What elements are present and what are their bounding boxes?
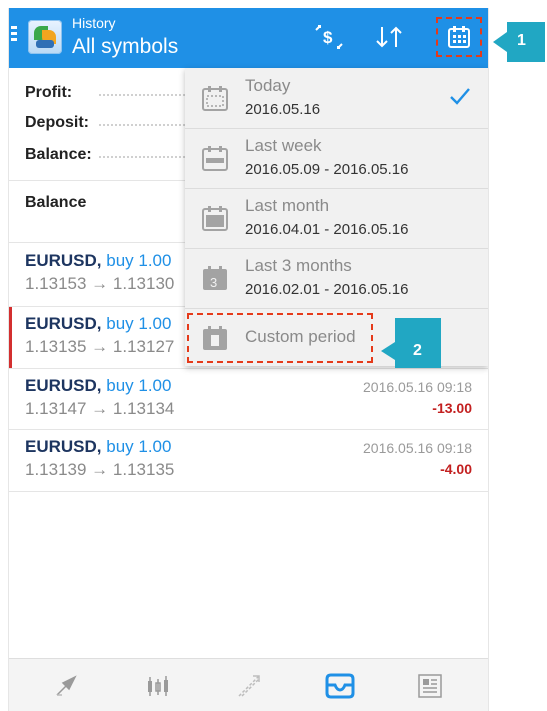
calendar-3-months-icon: 3 [203, 266, 227, 290]
menu-icon[interactable] [11, 26, 17, 42]
deal-action: buy 1.00 [106, 251, 172, 270]
header-bar: History All symbols $ [9, 8, 488, 68]
deal-prices: 1.13135 → 1.13127 [25, 337, 175, 356]
header-title: History [72, 15, 116, 31]
callout-1: 1 [493, 22, 545, 62]
period-item-custom[interactable]: Custom period [185, 308, 488, 368]
period-item-today[interactable]: Today 2016.05.16 [185, 68, 488, 129]
deal-row[interactable]: EURUSD, buy 1.00 1.13139 → 1.13135 2016.… [9, 430, 488, 491]
checkmark-icon [450, 88, 470, 105]
period-range: 2016.05.09 - 2016.05.16 [245, 161, 409, 178]
period-item-last-3-months[interactable]: 3 Last 3 months 2016.02.01 - 2016.05.16 [185, 248, 488, 309]
balance-label: Balance: [25, 146, 92, 163]
period-label: Last month [245, 196, 330, 215]
deal-action: buy 1.00 [106, 376, 172, 395]
period-range: 2016.04.01 - 2016.05.16 [245, 221, 409, 238]
trade-icon[interactable] [236, 673, 262, 699]
deal-time: 2016.05.16 09:18 [363, 379, 472, 395]
svg-text:$: $ [323, 28, 333, 47]
deal-row[interactable]: EURUSD, buy 1.00 1.13147 → 1.13134 2016.… [9, 369, 488, 430]
period-label: Today [245, 76, 291, 95]
deal-prices: 1.13139 → 1.13135 [25, 460, 175, 479]
period-item-last-month[interactable]: Last month 2016.04.01 - 2016.05.16 [185, 188, 488, 249]
period-label: Last 3 months [245, 256, 352, 275]
deal-profit: -4.00 [440, 461, 472, 477]
deal-prices: 1.13153 → 1.13130 [25, 274, 175, 293]
currency-icon[interactable]: $ [309, 20, 349, 54]
deal-symbol: EURUSD, buy 1.00 [25, 314, 172, 333]
balance-dots [99, 156, 189, 158]
calendar-month-icon [202, 206, 228, 231]
bottom-nav [9, 658, 488, 711]
period-dropdown: Today 2016.05.16 Last week 2016.05.09 - … [185, 68, 488, 366]
period-range: 2016.02.01 - 2016.05.16 [245, 281, 409, 298]
calendar-icon[interactable] [436, 17, 482, 57]
deal-action: buy 1.00 [106, 314, 172, 333]
balance-section-label: Balance [25, 194, 87, 211]
deal-symbol: EURUSD, buy 1.00 [25, 437, 172, 456]
profit-label: Profit: [25, 84, 73, 101]
deal-time: 2016.05.16 09:18 [363, 440, 472, 456]
period-item-last-week[interactable]: Last week 2016.05.09 - 2016.05.16 [185, 128, 488, 189]
deal-symbol: EURUSD, buy 1.00 [25, 251, 172, 270]
profit-dots [99, 94, 189, 96]
calendar-icon [202, 86, 228, 111]
sort-icon[interactable] [369, 20, 409, 54]
deal-symbol: EURUSD, buy 1.00 [25, 376, 172, 395]
deal-prices: 1.13147 → 1.13134 [25, 399, 175, 418]
chart-icon[interactable] [145, 673, 171, 699]
news-icon[interactable] [417, 673, 443, 699]
calendar-custom-icon [203, 326, 227, 350]
divider [9, 491, 488, 492]
period-label: Last week [245, 136, 322, 155]
deal-action: buy 1.00 [106, 437, 172, 456]
history-icon[interactable] [325, 673, 355, 699]
period-range: 2016.05.16 [245, 101, 321, 118]
svg-text:3: 3 [210, 275, 217, 290]
app-logo [28, 20, 62, 54]
quotes-icon[interactable] [53, 673, 79, 699]
deal-profit: -13.00 [432, 400, 472, 416]
period-label: Custom period [245, 327, 356, 346]
deposit-label: Deposit: [25, 114, 89, 131]
header-subtitle[interactable]: All symbols [72, 35, 178, 59]
calendar-week-icon [202, 146, 228, 171]
deposit-dots [99, 124, 189, 126]
callout-2: 2 [381, 318, 441, 368]
